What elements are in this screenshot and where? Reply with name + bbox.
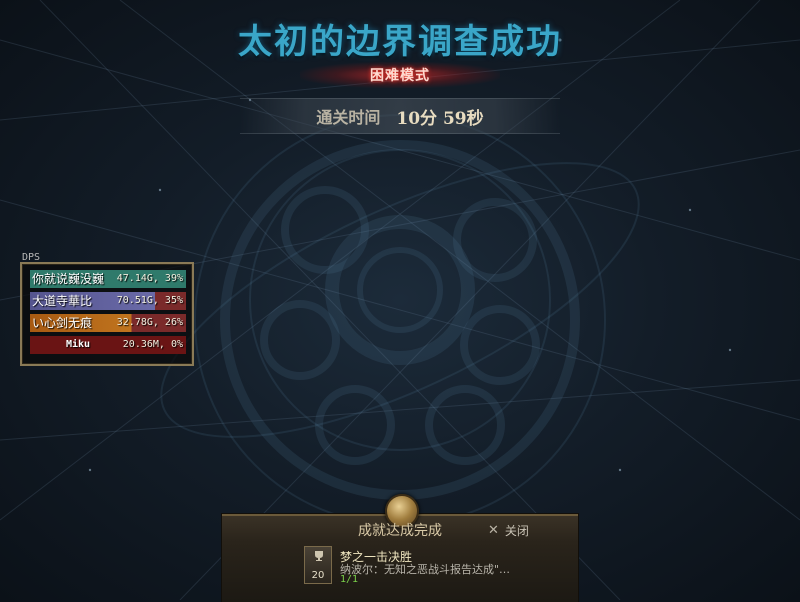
difficulty-banner: 困难模式 [300,62,500,88]
dps-value: 70.51G, 35% [116,295,183,306]
dps-value: 32.78G, 26% [116,317,183,328]
page-title: 太初的边界调查成功 [238,22,562,62]
clear-time-label: 通关时间 [316,108,381,127]
close-button[interactable]: ✕ 关闭 [488,522,529,539]
dps-row: い心剑无痕 32.78G, 26% [30,314,186,332]
dps-row: 大道寺華比 70.51G, 35% [30,292,186,310]
dps-meter-panel[interactable]: 你就说巍没巍 47.14G, 39% 大道寺華比 70.51G, 35% い心剑… [20,262,194,366]
dps-player-name: Miku [66,339,91,350]
close-label: 关闭 [504,524,529,538]
clear-time-value: 10分 59秒 [396,108,484,129]
achievement-points: 20 [311,570,325,581]
trophy-icon [315,551,323,561]
dps-value: 20.36M, 0% [122,339,183,350]
dps-player-name: 大道寺華比 [32,294,93,308]
difficulty-label: 困难模式 [370,68,430,84]
dps-player-name: 你就说巍没巍 [32,272,105,286]
dps-row: 你就说巍没巍 47.14G, 39% [30,270,186,288]
dps-player-name: い心剑无痕 [32,316,93,330]
clear-time-bar: 通关时间 10分 59秒 [240,98,560,134]
dps-row: Miku 20.36M, 0% [30,336,186,354]
achievement-progress: 1/1 [340,574,359,585]
dps-value: 47.14G, 39% [116,273,183,284]
achievement-item[interactable]: 20 梦之一击决胜 纳波尔：无知之恶战斗报告达成"… 1/1 [304,546,564,592]
close-icon: ✕ [488,523,499,538]
achievement-description: 纳波尔：无知之恶战斗报告达成"… [340,563,511,576]
achievement-header-title: 成就达成完成 [358,523,442,539]
achievement-trophy-badge: 20 [304,546,332,584]
